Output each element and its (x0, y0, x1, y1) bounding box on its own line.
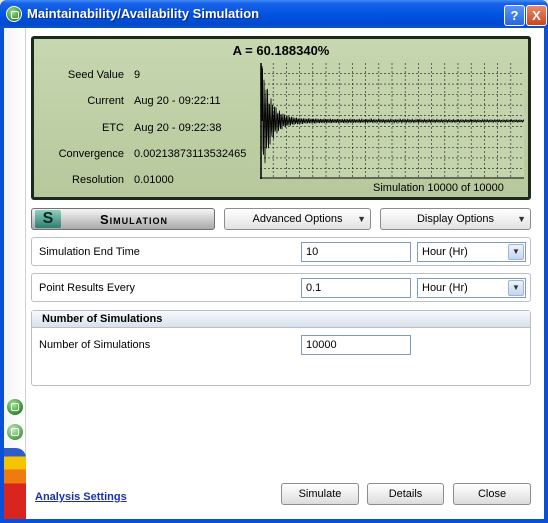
chevron-down-icon[interactable]: ▼ (508, 280, 524, 296)
seed-value: 9 (134, 69, 141, 81)
simulate-button[interactable]: Simulate (281, 483, 359, 505)
advanced-options-label: Advanced Options (252, 213, 343, 225)
decorative-stripes (4, 448, 26, 519)
end-time-unit-value: Hour (Hr) (422, 246, 468, 258)
etc-label: ETC (102, 122, 124, 134)
point-results-label: Point Results Every (39, 282, 135, 294)
simulation-s-icon: S (35, 210, 61, 228)
convergence-label: Convergence (58, 148, 124, 160)
simulation-display: A = 60.188340% Seed Value 9 Current Aug … (34, 39, 528, 197)
convergence-plot (260, 63, 524, 179)
left-sidebar (4, 28, 26, 519)
resolution-value: 0.01000 (134, 174, 174, 186)
resolution-label: Resolution (72, 174, 124, 186)
end-time-panel: Simulation End Time Hour (Hr) ▼ (31, 237, 531, 266)
simulation-banner: S Simulation (31, 208, 215, 230)
display-options-button[interactable]: Display Options ▼ (380, 208, 531, 230)
title-bar[interactable]: Maintainability/Availability Simulation … (0, 0, 548, 28)
etc-value: Aug 20 - 09:22:38 (134, 122, 222, 134)
dialog-window: Maintainability/Availability Simulation … (0, 0, 548, 523)
point-results-unit-value: Hour (Hr) (422, 282, 468, 294)
details-button[interactable]: Details (367, 483, 444, 505)
main-panel: A = 60.188340% Seed Value 9 Current Aug … (30, 28, 544, 519)
analysis-settings-link[interactable]: Analysis Settings (35, 491, 127, 503)
secondary-logo-icon (7, 424, 23, 440)
app-logo-icon (7, 399, 23, 415)
number-of-simulations-label: Number of Simulations (39, 339, 151, 351)
end-time-input[interactable] (301, 242, 411, 262)
convergence-value: 0.00213873113532465 (134, 148, 247, 160)
options-toolbar: S Simulation Advanced Options ▼ Display … (31, 208, 531, 230)
number-of-simulations-input[interactable] (301, 335, 411, 355)
current-label: Current (87, 95, 124, 107)
close-window-button[interactable]: X (526, 5, 547, 26)
close-button[interactable]: Close (453, 483, 531, 505)
dialog-client-area: A = 60.188340% Seed Value 9 Current Aug … (4, 28, 544, 519)
window-title: Maintainability/Availability Simulation (27, 6, 260, 21)
end-time-unit-select[interactable]: Hour (Hr) ▼ (417, 242, 526, 262)
help-button[interactable]: ? (504, 5, 525, 26)
chevron-down-icon[interactable]: ▼ (508, 244, 524, 260)
number-of-simulations-group: Number of Simulations Number of Simulati… (31, 310, 531, 386)
simulation-display-frame: A = 60.188340% Seed Value 9 Current Aug … (31, 36, 531, 200)
chevron-down-icon: ▼ (357, 214, 366, 224)
advanced-options-button[interactable]: Advanced Options ▼ (224, 208, 371, 230)
chevron-down-icon: ▼ (517, 214, 526, 224)
point-results-unit-select[interactable]: Hour (Hr) ▼ (417, 278, 526, 298)
availability-readout: A = 60.188340% (232, 43, 330, 58)
app-icon (6, 6, 22, 22)
point-results-input[interactable] (301, 278, 411, 298)
point-results-panel: Point Results Every Hour (Hr) ▼ (31, 273, 531, 302)
current-value: Aug 20 - 09:22:11 (134, 95, 221, 107)
simulation-banner-label: Simulation (100, 212, 168, 227)
simulation-count: Simulation 10000 of 10000 (373, 182, 504, 194)
end-time-label: Simulation End Time (39, 246, 140, 258)
group-header: Number of Simulations (32, 311, 530, 328)
display-options-label: Display Options (416, 213, 495, 225)
seed-value-label: Seed Value (67, 69, 124, 81)
